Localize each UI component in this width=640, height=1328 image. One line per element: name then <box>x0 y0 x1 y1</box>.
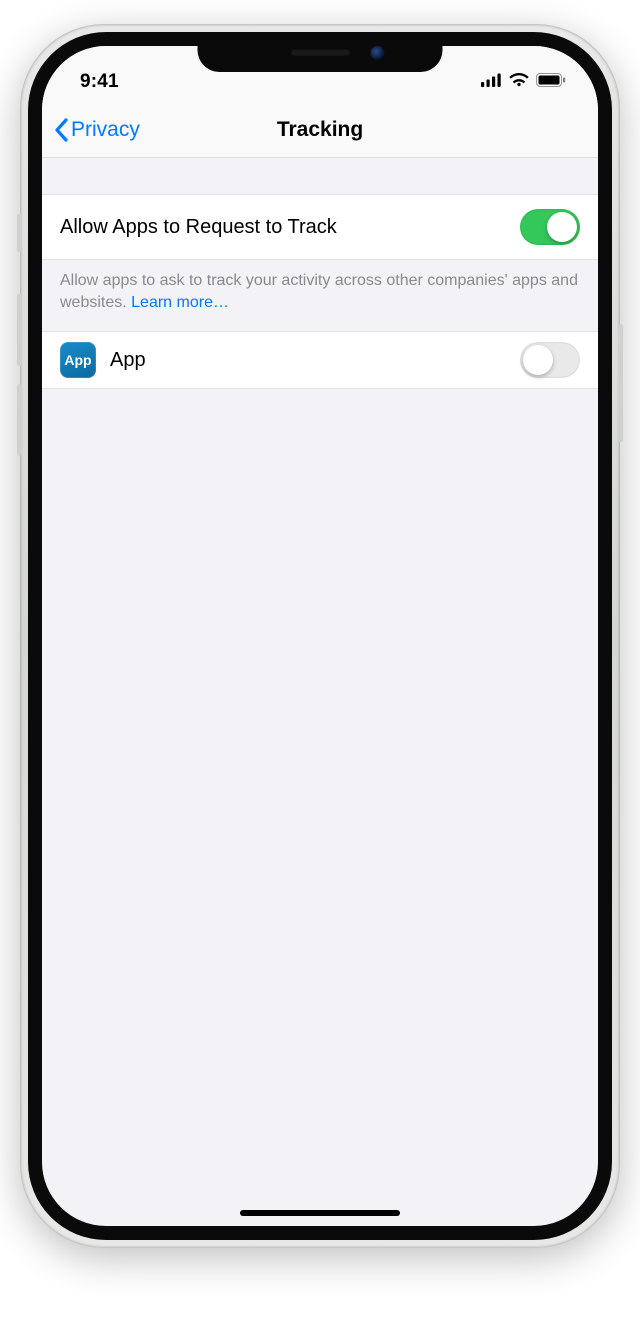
phone-bezel: 9:41 Pri <box>28 32 612 1240</box>
status-right <box>481 73 570 92</box>
section-spacer <box>42 158 598 194</box>
volume-up-button <box>17 294 22 366</box>
wifi-icon <box>509 73 529 92</box>
app-name: App <box>110 349 506 372</box>
section-footer: Allow apps to ask to track your activity… <box>42 260 598 331</box>
screen: 9:41 Pri <box>42 46 598 1226</box>
allow-tracking-label: Allow Apps to Request to Track <box>60 216 337 239</box>
cellular-icon <box>481 73 502 92</box>
nav-bar: Privacy Tracking <box>42 102 598 158</box>
chevron-left-icon <box>54 118 69 142</box>
notch <box>198 32 443 72</box>
toggle-knob <box>523 345 553 375</box>
silence-switch <box>17 214 22 252</box>
battery-icon <box>536 73 566 92</box>
allow-tracking-row[interactable]: Allow Apps to Request to Track <box>42 194 598 260</box>
app-row[interactable]: App App <box>42 331 598 389</box>
back-label: Privacy <box>71 118 140 142</box>
learn-more-link[interactable]: Learn more… <box>131 294 229 311</box>
volume-down-button <box>17 384 22 456</box>
toggle-knob <box>547 212 577 242</box>
front-camera <box>371 46 385 60</box>
power-button <box>618 324 623 442</box>
back-button[interactable]: Privacy <box>54 118 140 142</box>
status-time: 9:41 <box>70 71 119 93</box>
app-icon: App <box>60 342 96 378</box>
speaker-grille <box>290 49 350 56</box>
app-tracking-toggle[interactable] <box>520 342 580 378</box>
phone-frame: 9:41 Pri <box>20 24 620 1248</box>
allow-tracking-toggle[interactable] <box>520 209 580 245</box>
home-indicator[interactable] <box>240 1210 400 1216</box>
